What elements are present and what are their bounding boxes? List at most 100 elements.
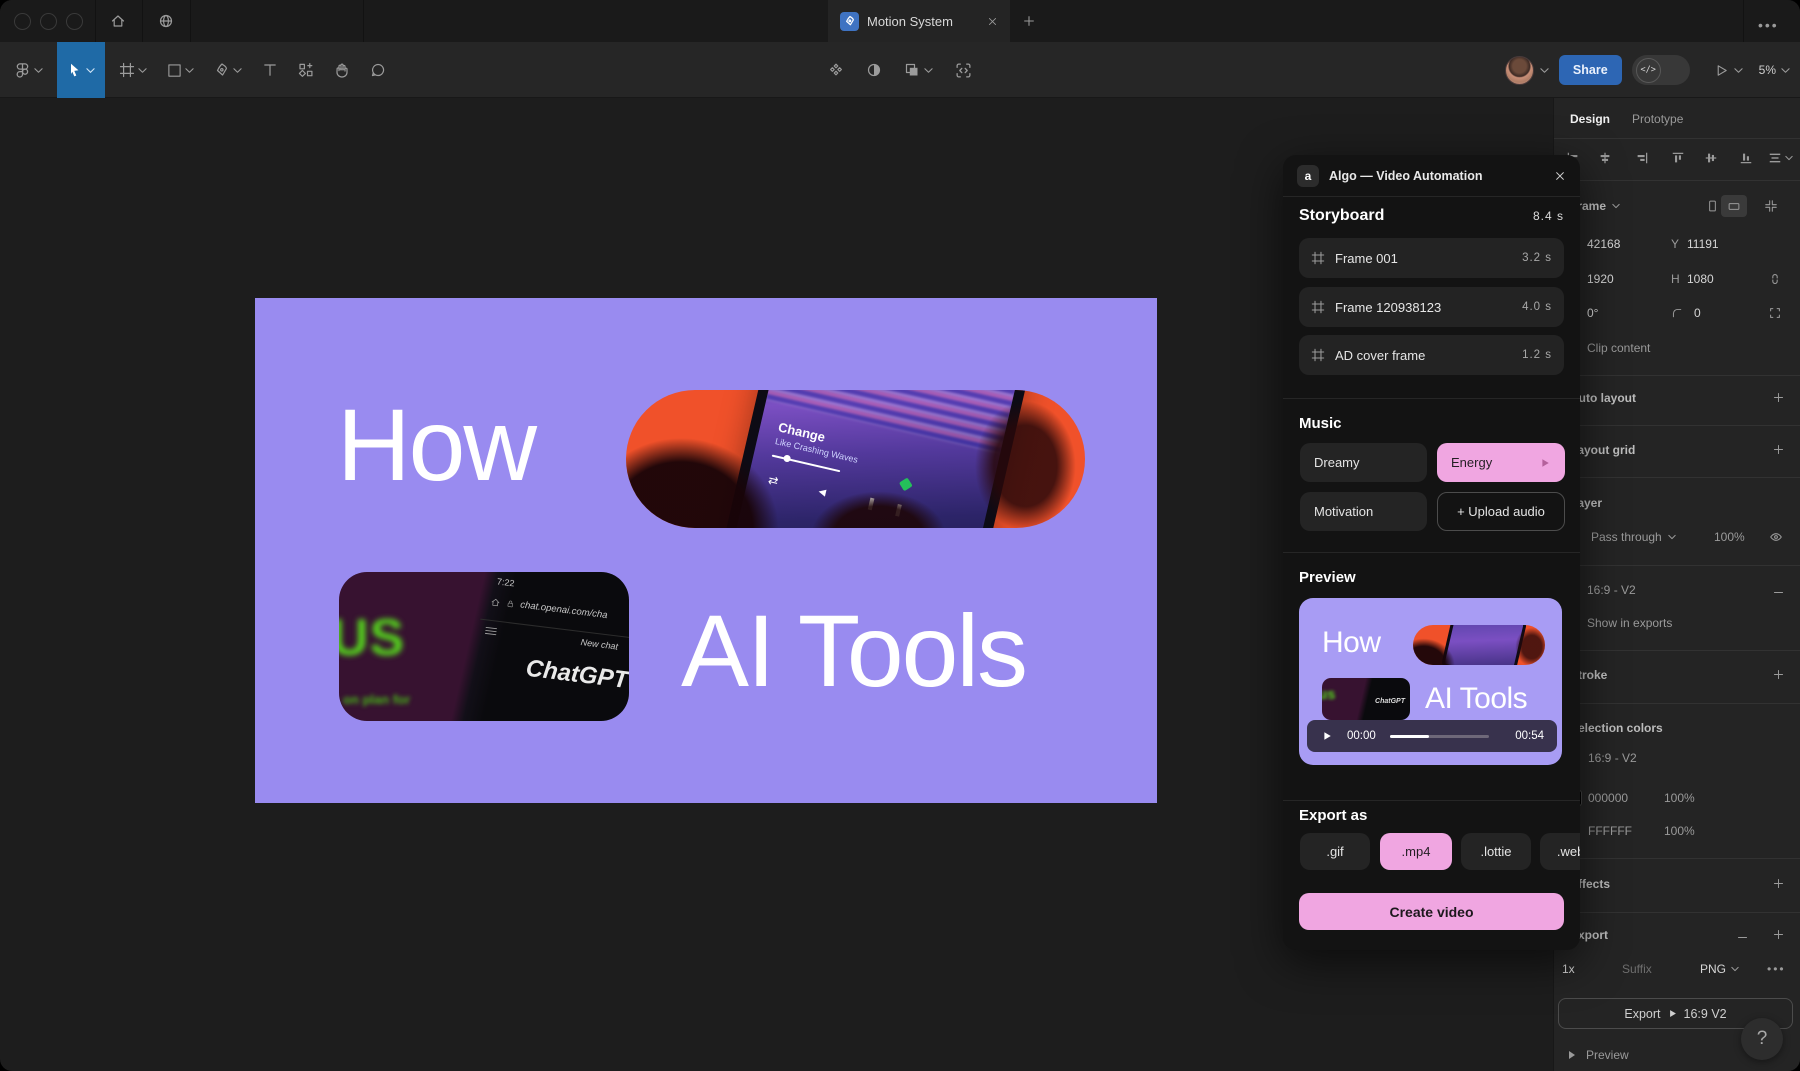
move-tool[interactable] bbox=[57, 42, 105, 98]
add-effect-button[interactable] bbox=[1772, 877, 1785, 890]
frame-icon bbox=[1311, 348, 1325, 362]
distribute-menu[interactable] bbox=[1768, 151, 1793, 165]
window-minimize-button[interactable] bbox=[40, 13, 57, 30]
width-field[interactable]: 1920 bbox=[1587, 272, 1614, 286]
new-tab-button[interactable] bbox=[1022, 14, 1036, 28]
zoom-menu[interactable]: 5% bbox=[1759, 63, 1790, 77]
video-preview[interactable]: How us ChatGPT AI Tools 00:00 00:54 bbox=[1299, 598, 1562, 765]
window-more-menu[interactable]: ••• bbox=[1758, 17, 1779, 33]
music-track-energy[interactable]: Energy bbox=[1437, 443, 1565, 482]
color-hex-field[interactable]: 000000 bbox=[1588, 791, 1628, 805]
export-settings-menu[interactable]: ••• bbox=[1767, 962, 1786, 976]
align-vertical-center-icon[interactable] bbox=[1704, 151, 1718, 165]
create-video-button[interactable]: Create video bbox=[1299, 893, 1564, 930]
music-track-motivation[interactable]: Motivation bbox=[1300, 492, 1427, 531]
plugin-title: Algo — Video Automation bbox=[1329, 169, 1544, 183]
frame-tool[interactable] bbox=[113, 50, 153, 90]
shape-tool[interactable] bbox=[161, 50, 200, 90]
text-tool[interactable] bbox=[256, 50, 284, 90]
main-menu-button[interactable] bbox=[8, 50, 49, 90]
home-icon[interactable] bbox=[110, 13, 126, 29]
format-lottie[interactable]: .lottie bbox=[1461, 833, 1531, 870]
present-button[interactable] bbox=[1714, 63, 1743, 78]
independent-corners-icon[interactable] bbox=[1768, 306, 1782, 320]
avatar bbox=[1505, 56, 1534, 85]
play-icon[interactable] bbox=[1539, 457, 1551, 469]
blend-mode-dropdown[interactable]: Pass through bbox=[1591, 530, 1676, 544]
align-right-icon[interactable] bbox=[1635, 151, 1649, 165]
add-layout-grid-button[interactable] bbox=[1772, 443, 1785, 456]
share-button[interactable]: Share bbox=[1559, 55, 1622, 85]
canvas-frame-16-9-v2[interactable]: How Change Like Crashing Waves ⇄ ◄ ❚❚ US… bbox=[255, 298, 1157, 803]
comment-tool[interactable] bbox=[364, 50, 392, 90]
storyboard-row-frame-120938123[interactable]: Frame 120938123 4.0 s bbox=[1299, 287, 1564, 327]
export-scale-dropdown[interactable]: 1x bbox=[1562, 962, 1575, 976]
upload-audio-button[interactable]: + Upload audio bbox=[1437, 492, 1565, 531]
boolean-icon bbox=[904, 62, 920, 78]
pen-tool[interactable] bbox=[208, 50, 248, 90]
algo-logo-icon: a bbox=[1297, 165, 1319, 187]
clip-content-label: Clip content bbox=[1587, 341, 1650, 355]
tab-close-icon[interactable] bbox=[987, 16, 998, 27]
current-time: 00:00 bbox=[1347, 730, 1376, 742]
portrait-icon[interactable] bbox=[1706, 199, 1719, 213]
help-button[interactable]: ? bbox=[1741, 1018, 1783, 1060]
align-bottom-icon[interactable] bbox=[1739, 151, 1753, 165]
dev-mode-toggle[interactable]: </> bbox=[1632, 55, 1690, 85]
corner-radius-field[interactable]: 0 bbox=[1694, 306, 1701, 320]
rotation-field[interactable]: 0° bbox=[1587, 306, 1598, 320]
chevron-down-icon bbox=[1612, 203, 1620, 209]
remove-style-button[interactable] bbox=[1772, 586, 1785, 599]
add-export-button[interactable] bbox=[1772, 928, 1785, 941]
tab-design[interactable]: Design bbox=[1570, 112, 1610, 126]
align-horizontal-center-icon[interactable] bbox=[1598, 151, 1612, 165]
format-webm[interactable]: .webm bbox=[1540, 833, 1580, 870]
visibility-eye-icon[interactable] bbox=[1769, 530, 1783, 544]
add-auto-layout-button[interactable] bbox=[1772, 391, 1785, 404]
landscape-toggle[interactable] bbox=[1721, 195, 1747, 217]
x-position-field[interactable]: 42168 bbox=[1587, 237, 1620, 251]
height-field[interactable]: 1080 bbox=[1687, 272, 1714, 286]
preview-section-toggle[interactable]: Preview bbox=[1586, 1048, 1629, 1062]
seek-slider[interactable] bbox=[1390, 735, 1489, 738]
window-close-button[interactable] bbox=[14, 13, 31, 30]
mini-spotify-pill bbox=[1413, 625, 1545, 665]
dev-resources-icon[interactable] bbox=[955, 62, 972, 79]
chevron-down-icon bbox=[1540, 67, 1549, 74]
selection-style-name[interactable]: 16:9 - V2 bbox=[1588, 751, 1637, 765]
layer-opacity-field[interactable]: 100% bbox=[1714, 530, 1745, 544]
collapse-caret-icon bbox=[1568, 1050, 1576, 1060]
boolean-groups-button[interactable] bbox=[904, 62, 933, 78]
export-suffix-input[interactable]: Suffix bbox=[1622, 962, 1652, 976]
window-zoom-button[interactable] bbox=[66, 13, 83, 30]
export-format-dropdown[interactable]: PNG bbox=[1700, 962, 1739, 976]
tab-prototype[interactable]: Prototype bbox=[1632, 112, 1683, 126]
shrink-icon[interactable] bbox=[1764, 199, 1778, 213]
tab-motion-system[interactable]: Motion System bbox=[828, 0, 1010, 42]
storyboard-row-frame-001[interactable]: Frame 001 3.2 s bbox=[1299, 238, 1564, 278]
storyboard-row-ad-cover-frame[interactable]: AD cover frame 1.2 s bbox=[1299, 335, 1564, 375]
account-menu[interactable] bbox=[1505, 56, 1549, 85]
music-track-dreamy[interactable]: Dreamy bbox=[1300, 443, 1427, 482]
color-opacity-field[interactable]: 100% bbox=[1664, 824, 1695, 838]
file-icon bbox=[840, 12, 859, 31]
format-mp4[interactable]: .mp4 bbox=[1380, 833, 1452, 870]
resources-tool[interactable] bbox=[292, 50, 320, 90]
add-stroke-button[interactable] bbox=[1772, 668, 1785, 681]
fill-style-name[interactable]: 16:9 - V2 bbox=[1587, 583, 1636, 597]
remove-export-button[interactable] bbox=[1736, 931, 1749, 944]
color-opacity-field[interactable]: 100% bbox=[1664, 791, 1695, 805]
format-gif[interactable]: .gif bbox=[1300, 833, 1370, 870]
hand-tool[interactable] bbox=[328, 50, 356, 90]
lock-icon bbox=[506, 599, 515, 609]
color-hex-field[interactable]: FFFFFF bbox=[1588, 824, 1632, 838]
variants-icon[interactable] bbox=[828, 62, 844, 78]
play-button[interactable] bbox=[1321, 730, 1333, 742]
zoom-level: 5% bbox=[1759, 63, 1776, 77]
community-globe-icon[interactable] bbox=[158, 13, 174, 29]
y-position-field[interactable]: 11191 bbox=[1687, 237, 1719, 251]
constrain-proportions-icon[interactable] bbox=[1768, 272, 1782, 286]
mask-icon[interactable] bbox=[866, 62, 882, 78]
align-top-icon[interactable] bbox=[1671, 151, 1685, 165]
plugin-close-icon[interactable] bbox=[1554, 170, 1566, 182]
